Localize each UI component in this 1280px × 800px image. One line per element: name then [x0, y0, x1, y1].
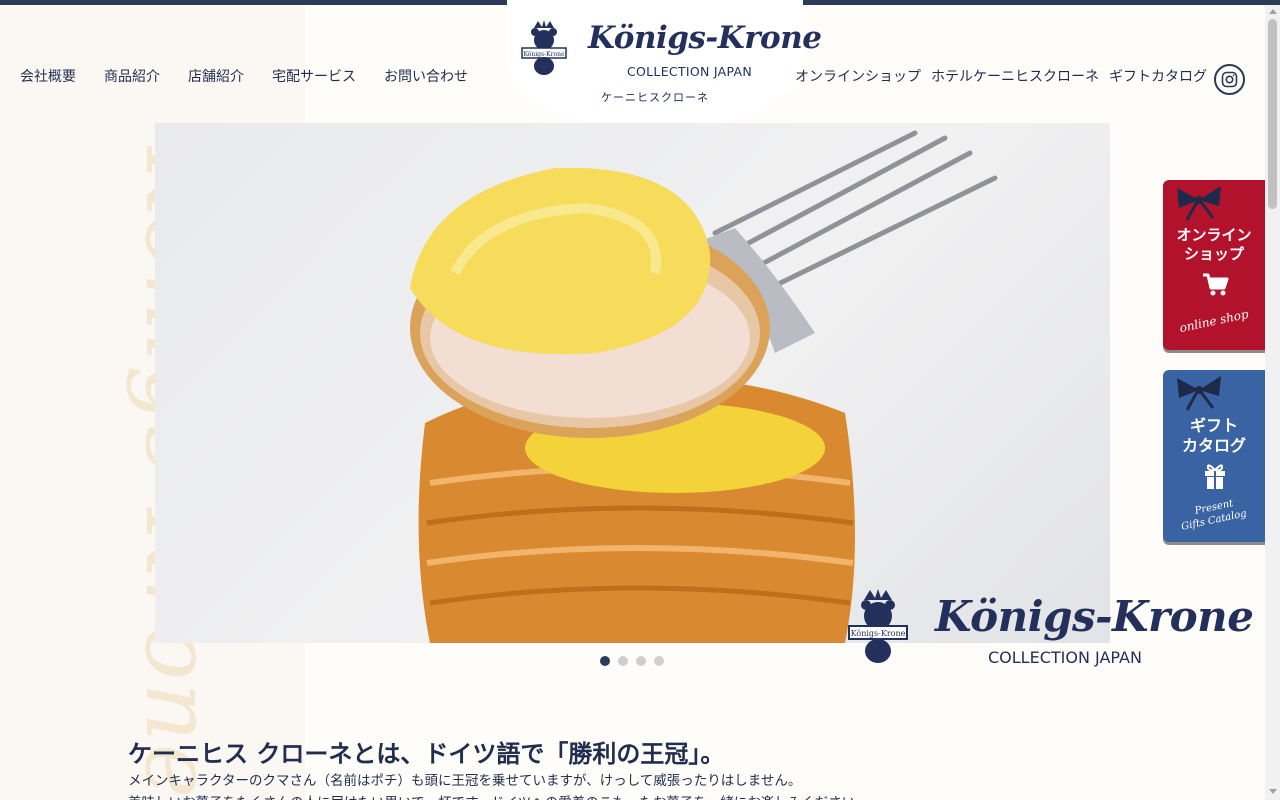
bear-crown-emblem-icon[interactable]: Königs-Krone [520, 18, 568, 76]
scroll-up-arrow-icon[interactable] [1269, 9, 1277, 14]
gift-catalog-tab-line1: ギフト [1189, 416, 1238, 435]
slide-dot-1[interactable] [600, 656, 610, 666]
slide-dot-3[interactable] [636, 656, 646, 666]
intro-heading: ケーニヒス クローネとは、ドイツ語で「勝利の王冠」。 [128, 740, 725, 768]
svg-text:Königs-Krone: Königs-Krone [851, 629, 906, 638]
instagram-icon[interactable] [1214, 64, 1245, 95]
gift-icon [1205, 464, 1225, 489]
online-shop-side-tab[interactable]: オンライン ショップ online shop [1163, 180, 1265, 350]
nav-products[interactable]: 商品紹介 [104, 66, 160, 86]
hero-slideshow-image[interactable] [155, 123, 1110, 643]
online-shop-tab-line1: オンライン [1176, 226, 1252, 244]
nav-online-shop[interactable]: オンラインショップ [795, 66, 921, 86]
cream-pastry-photo [410, 130, 998, 643]
online-shop-tab-script: online shop [1178, 306, 1250, 336]
slide-dot-4[interactable] [654, 656, 664, 666]
nav-company[interactable]: 会社概要 [20, 66, 76, 86]
nav-contact[interactable]: お問い合わせ [384, 66, 468, 86]
brand-logo-title[interactable]: Königs-Krone [588, 20, 822, 56]
nav-stores[interactable]: 店舗紹介 [188, 66, 244, 86]
brand-logo-kana: ケーニヒスクローネ [601, 91, 709, 104]
svg-text:Königs-Krone: Königs-Krone [523, 51, 564, 58]
gift-catalog-side-tab[interactable]: ギフト カタログ Present Gifts Catalog [1163, 370, 1265, 542]
ribbon-bow-icon [1177, 186, 1221, 221]
hero-bear-emblem-icon: Königs-Krone [848, 589, 908, 663]
slide-dot-2[interactable] [618, 656, 628, 666]
gift-catalog-tab-line2: カタログ [1181, 436, 1246, 455]
page-scrollbar[interactable] [1265, 5, 1280, 800]
nav-hotel[interactable]: ホテルケーニヒスクローネ [931, 66, 1099, 86]
hero-logo-subtitle: COLLECTION JAPAN [988, 648, 1142, 667]
intro-text-line2: 美味しいお菓子をたくさんの人に届けたい思いで一杯です。ドイツへの愛着のこもったお… [128, 791, 869, 800]
intro-text-line1: メインキャラクターのクマさん（名前はポチ）も頭に王冠を乗せていますが、けっして威… [128, 773, 802, 789]
scrollbar-thumb[interactable] [1268, 19, 1277, 209]
scroll-down-arrow-icon[interactable] [1269, 789, 1277, 794]
nav-gift-catalog[interactable]: ギフトカタログ [1109, 66, 1207, 86]
cart-icon [1203, 273, 1229, 296]
brand-logo-subtitle: COLLECTION JAPAN [627, 64, 753, 79]
slideshow-pagination [600, 656, 664, 666]
hero-logo-title: Königs-Krone [935, 592, 1254, 641]
nav-delivery[interactable]: 宅配サービス [272, 66, 356, 86]
secondary-nav: オンラインショップ ホテルケーニヒスクローネ ギフトカタログ [795, 66, 1207, 86]
ribbon-bow-icon [1177, 376, 1221, 411]
online-shop-tab-line2: ショップ [1183, 245, 1244, 263]
primary-nav: 会社概要 商品紹介 店舗紹介 宅配サービス お問い合わせ [20, 66, 468, 86]
